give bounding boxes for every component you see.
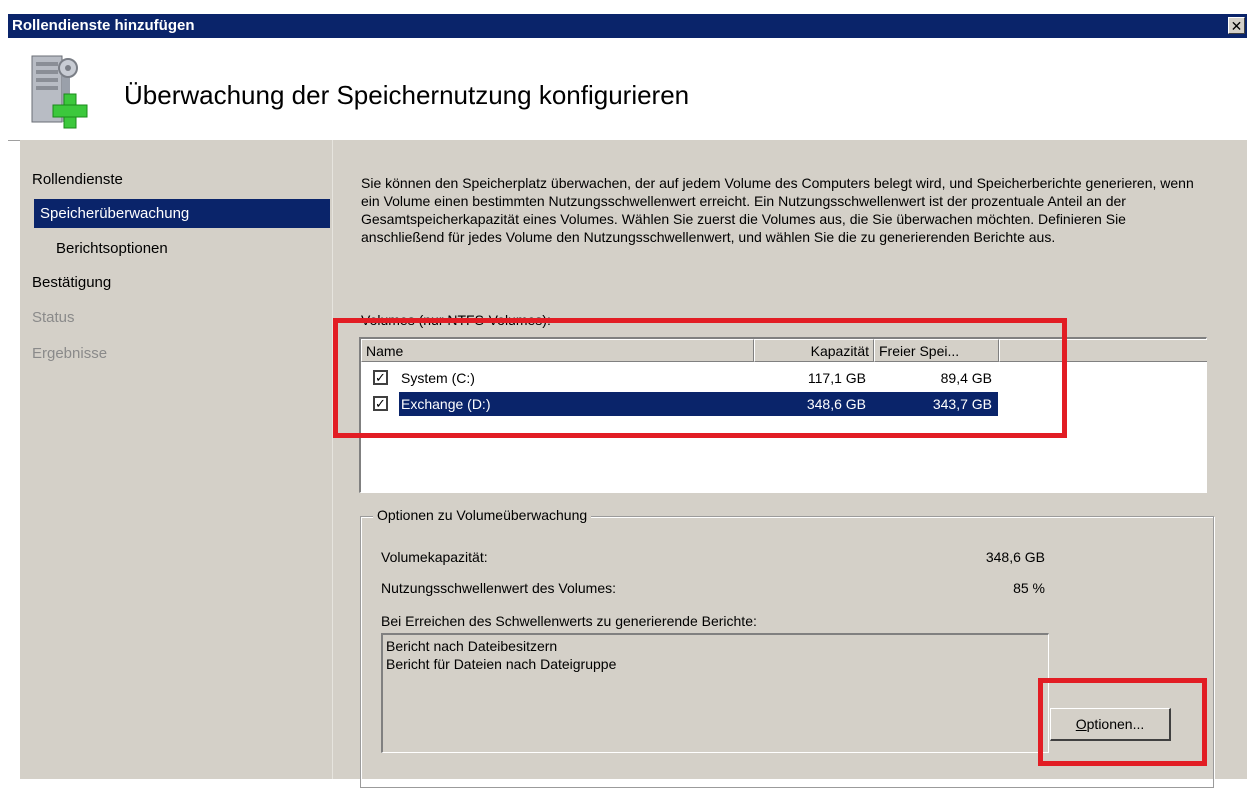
sidebar-item-speicherueberwachung[interactable]: Speicherüberwachung — [34, 199, 330, 228]
annotation-box-options — [1038, 678, 1207, 766]
reports-label: Bei Erreichen des Schwellenwerts zu gene… — [381, 613, 757, 629]
close-button[interactable]: ✕ — [1228, 17, 1245, 34]
close-icon: ✕ — [1230, 18, 1243, 34]
title-bar: Rollendienste hinzufügen ✕ — [8, 14, 1247, 38]
threshold-value: 85 % — [1013, 580, 1045, 596]
capacity-label: Volumekapazität: — [381, 549, 488, 565]
sidebar-item-rollendienste[interactable]: Rollendienste — [32, 165, 123, 194]
group-title: Optionen zu Volumeüberwachung — [373, 507, 592, 523]
server-add-icon — [31, 55, 88, 129]
description-text: Sie können den Speicherplatz überwachen,… — [361, 175, 1194, 245]
sidebar-item-berichtsoptionen[interactable]: Berichtsoptionen — [56, 234, 168, 263]
wizard-steps-sidebar: Rollendienste Speicherüberwachung Berich… — [20, 140, 333, 779]
window-title: Rollendienste hinzufügen — [12, 17, 195, 34]
main-content: Sie können den Speicherplatz überwachen,… — [333, 140, 1247, 788]
annotation-box-volumes — [333, 318, 1067, 438]
sidebar-item-bestaetigung[interactable]: Bestätigung — [32, 268, 111, 297]
reports-list[interactable]: Bericht nach Dateibesitzern Bericht für … — [381, 633, 1049, 753]
capacity-value: 348,6 GB — [985, 549, 1045, 565]
wizard-header: Überwachung der Speichernutzung konfigur… — [8, 38, 1247, 141]
threshold-label: Nutzungsschwellenwert des Volumes: — [381, 580, 617, 596]
list-item: Bericht für Dateien nach Dateigruppe — [386, 656, 617, 672]
sidebar-item-ergebnisse: Ergebnisse — [32, 345, 108, 362]
list-item: Bericht nach Dateibesitzern — [386, 638, 558, 654]
page-title: Überwachung der Speichernutzung konfigur… — [124, 80, 690, 110]
sidebar-item-status: Status — [32, 309, 75, 326]
